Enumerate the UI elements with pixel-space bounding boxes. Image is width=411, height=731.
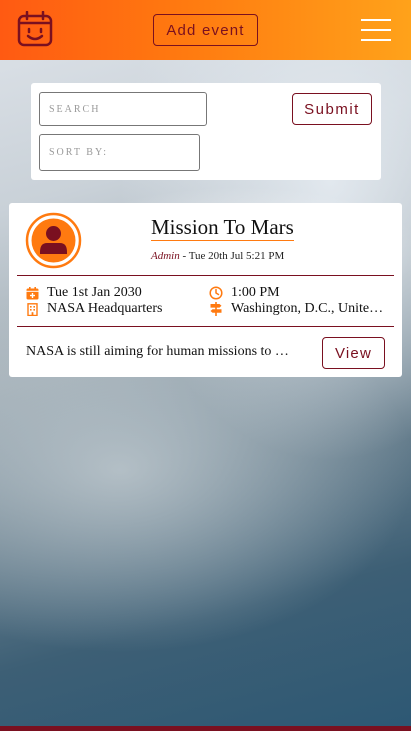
divider [17, 275, 394, 276]
event-meta: Admin - Tue 20th Jul 5:21 PM [151, 250, 284, 262]
event-location-text: Washington, D.C., United States [231, 301, 387, 316]
calendar-plus-icon [26, 286, 39, 299]
event-date-text: Tue 1st Jan 2030 [47, 285, 142, 300]
event-venue: NASA Headquarters [26, 301, 196, 317]
event-excerpt: NASA is still aiming for human missions … [26, 344, 296, 359]
event-author: Admin [151, 250, 180, 262]
event-title[interactable]: Mission To Mars [151, 215, 294, 241]
event-venue-text: NASA Headquarters [47, 301, 163, 316]
search-input[interactable]: SEARCH [39, 92, 207, 126]
signpost-icon [210, 302, 222, 316]
event-date: Tue 1st Jan 2030 [26, 285, 196, 301]
user-avatar-icon [25, 212, 82, 269]
search-panel: SEARCH SORT BY: Submit [31, 83, 381, 180]
add-event-button[interactable]: Add event [153, 14, 258, 46]
sort-by-select[interactable]: SORT BY: [39, 134, 200, 171]
event-time: 1:00 PM [209, 285, 387, 301]
event-posted-date: - Tue 20th Jul 5:21 PM [179, 250, 285, 262]
clock-icon [209, 286, 223, 300]
submit-button[interactable]: Submit [292, 93, 372, 125]
bottom-bar [0, 726, 411, 731]
event-card: Mission To Mars Admin - Tue 20th Jul 5:2… [9, 203, 402, 377]
top-navbar: Add event [0, 0, 411, 60]
building-icon [27, 302, 38, 316]
divider [17, 326, 394, 327]
event-time-text: 1:00 PM [231, 285, 280, 300]
calendar-smile-icon[interactable] [17, 11, 53, 47]
view-event-button[interactable]: View [322, 337, 385, 369]
hamburger-menu-icon[interactable] [361, 19, 391, 41]
event-location: Washington, D.C., United States [209, 301, 387, 317]
